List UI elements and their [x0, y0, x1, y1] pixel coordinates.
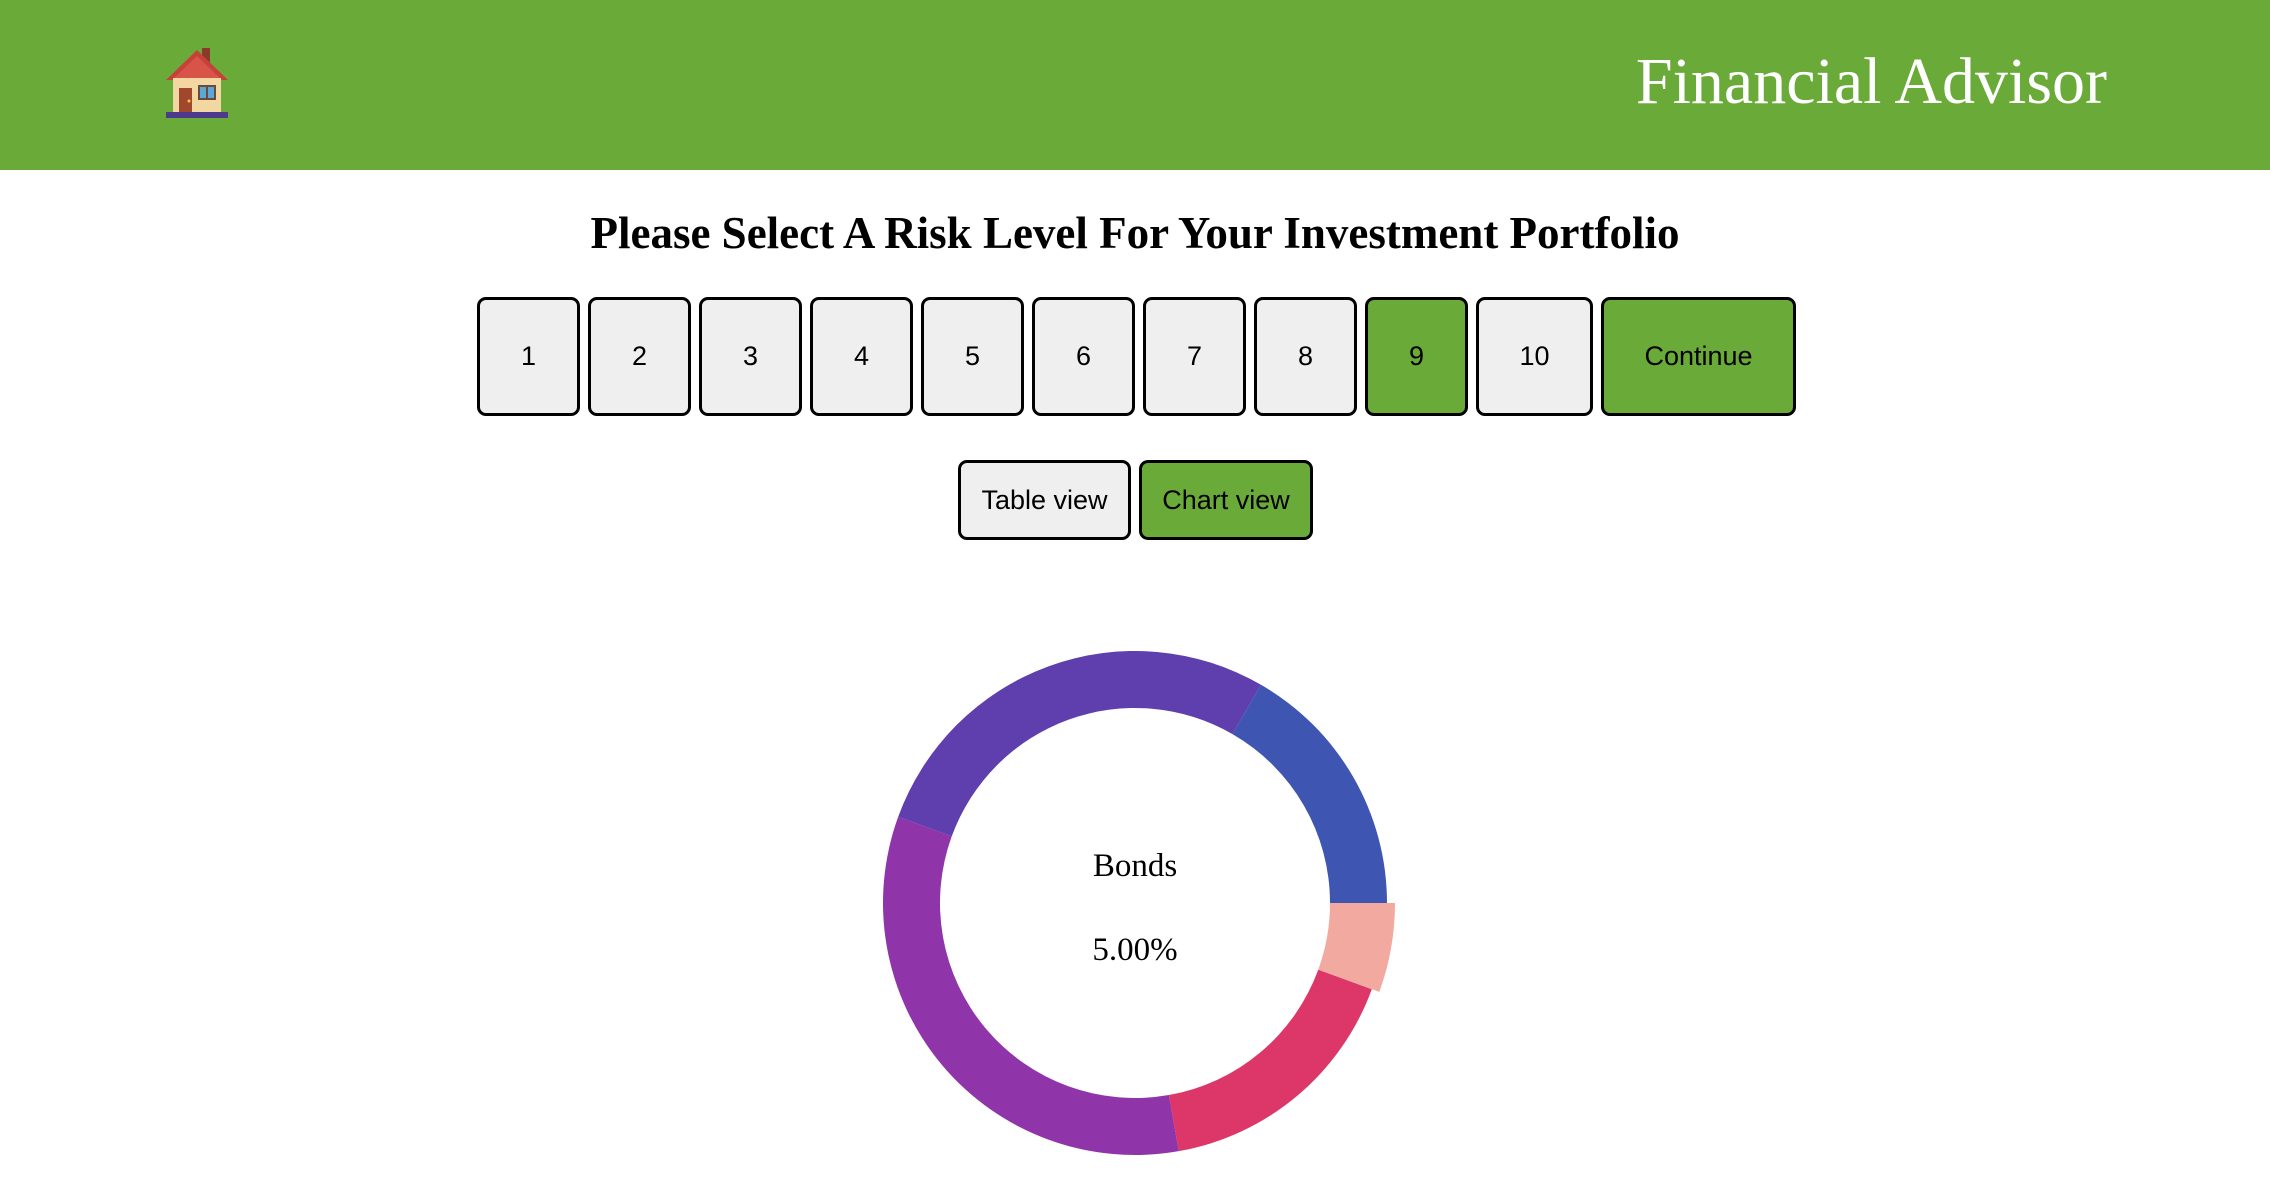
risk-level-button-7[interactable]: 7 [1143, 297, 1246, 416]
risk-level-button-5[interactable]: 5 [921, 297, 1024, 416]
risk-level-button-6[interactable]: 6 [1032, 297, 1135, 416]
continue-button[interactable]: Continue [1601, 297, 1796, 416]
chart-center-label: Bonds [1093, 848, 1177, 884]
risk-level-button-10[interactable]: 10 [1476, 297, 1593, 416]
risk-level-button-3[interactable]: 3 [699, 297, 802, 416]
allocation-chart: Bonds 5.00% [0, 600, 2270, 1190]
table-view-button[interactable]: Table view [958, 460, 1131, 540]
app-header: Financial Advisor [0, 0, 2270, 170]
chart-view-button[interactable]: Chart view [1139, 460, 1313, 540]
app-title: Financial Advisor [1635, 45, 2107, 118]
house-icon[interactable] [164, 44, 230, 120]
chart-center-value: 5.00% [1092, 932, 1177, 968]
risk-level-button-8[interactable]: 8 [1254, 297, 1357, 416]
donut-slice-2[interactable] [1168, 969, 1372, 1152]
allocation-donut-chart: Bonds 5.00% [882, 651, 1395, 1155]
donut-slice-4[interactable] [898, 651, 1261, 837]
risk-level-button-2[interactable]: 2 [588, 297, 691, 416]
risk-level-button-4[interactable]: 4 [810, 297, 913, 416]
risk-level-button-9[interactable]: 9 [1365, 297, 1468, 416]
page-title: Please Select A Risk Level For Your Inve… [590, 208, 1680, 258]
risk-level-button-1[interactable]: 1 [477, 297, 580, 416]
donut-slice-5[interactable] [1232, 684, 1388, 903]
